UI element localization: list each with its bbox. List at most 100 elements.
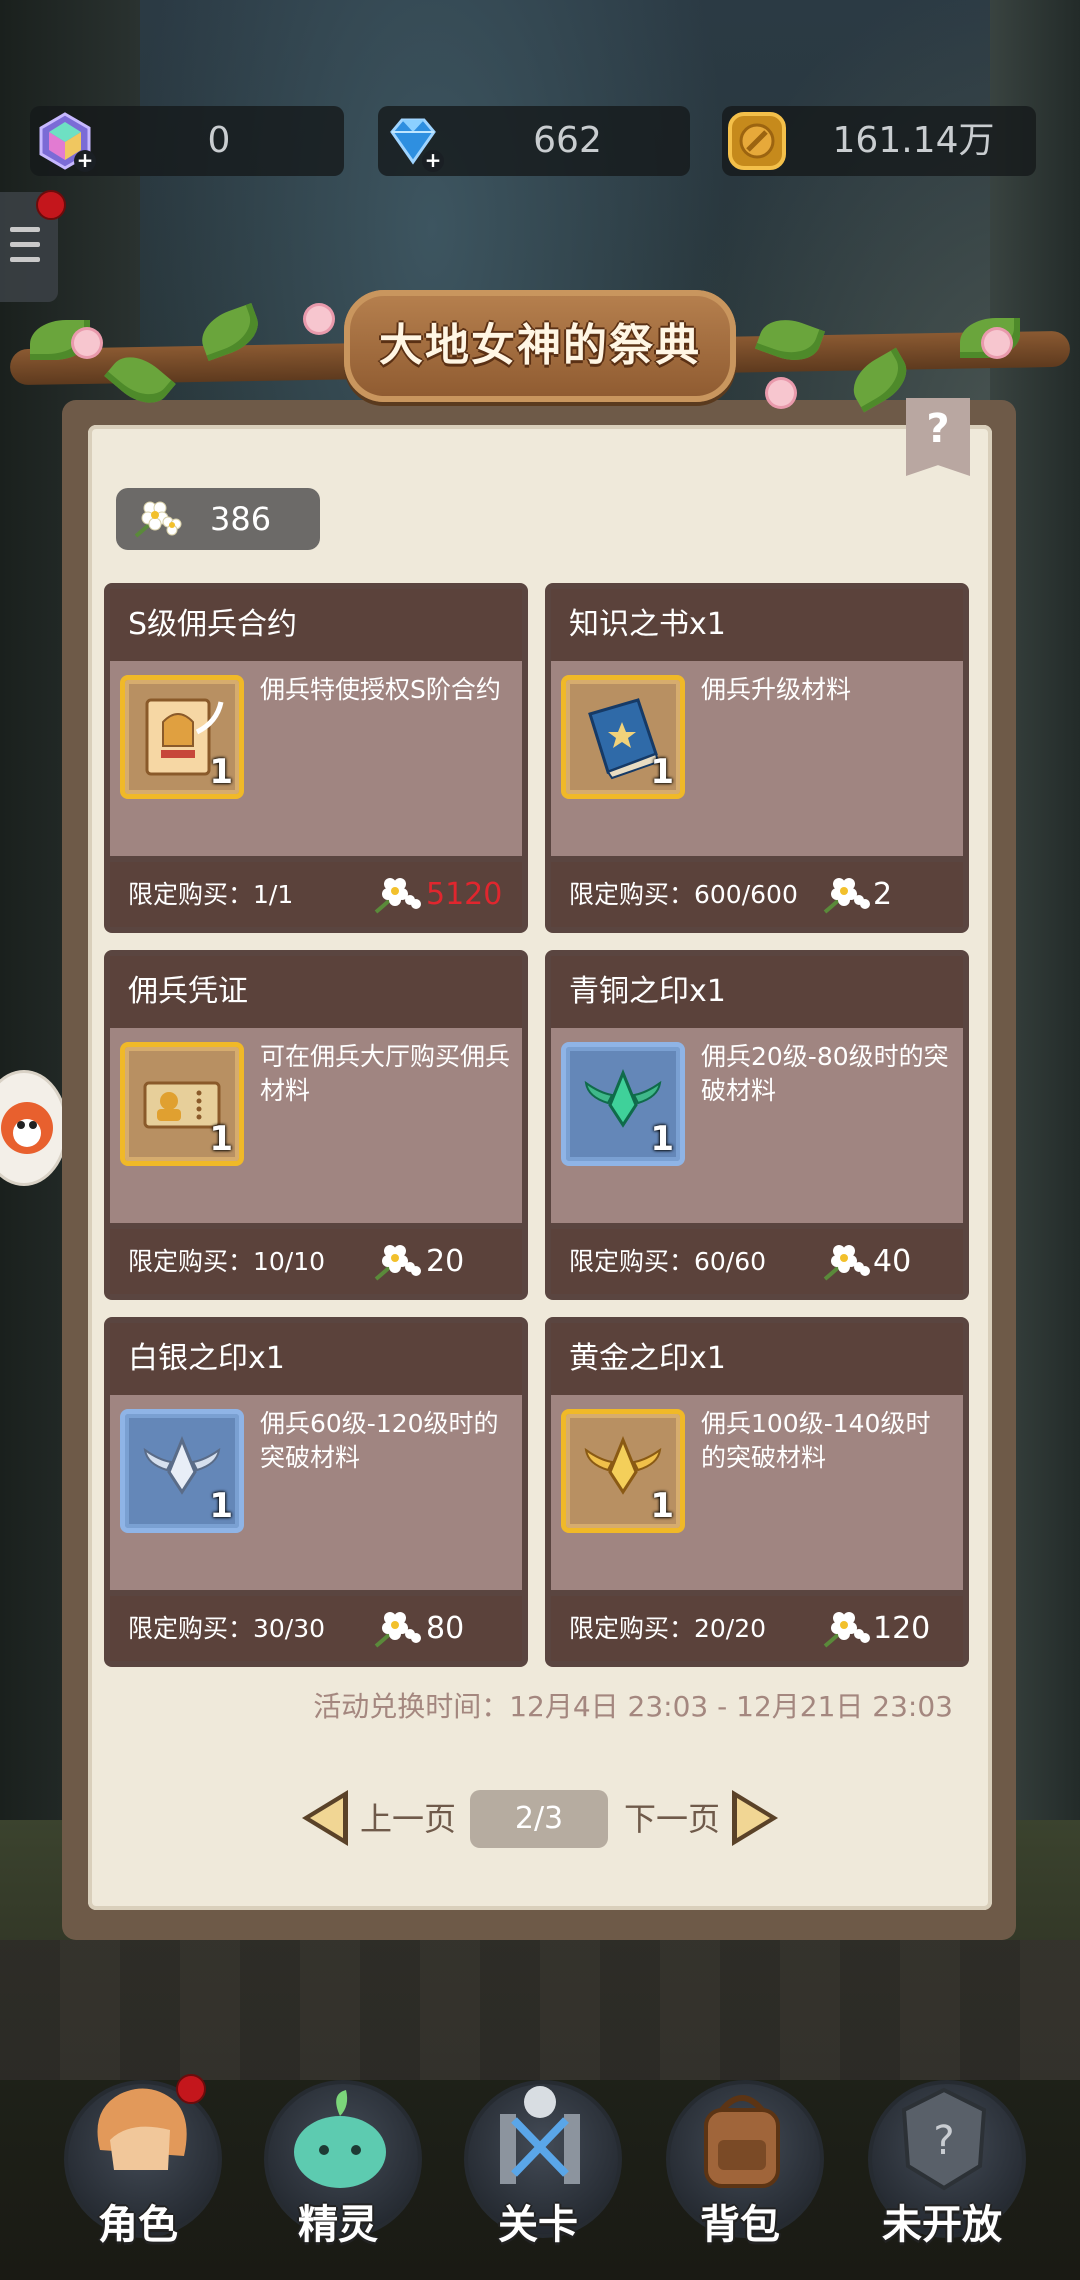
- item-slot[interactable]: 1: [561, 675, 685, 799]
- nav-label: 背包: [700, 2202, 780, 2248]
- purchase-limit: 限定购买：60/60: [569, 1247, 767, 1276]
- white-flower-icon: [823, 878, 870, 914]
- gold-coin-value: 161.14万: [832, 120, 995, 161]
- shop-card-gold-seal[interactable]: 黄金之印x1 1 佣兵100级-140级时的突破材料 限定购买：20/20 12…: [545, 1317, 969, 1667]
- nav-character[interactable]: 角色: [58, 2060, 222, 2270]
- prev-page-button[interactable]: 上一页: [360, 1790, 456, 1848]
- price-value: 40: [873, 1244, 912, 1279]
- card-title: 知识之书x1: [551, 589, 963, 661]
- white-flower-icon: [374, 1245, 421, 1281]
- card-body: 1 佣兵100级-140级时的突破材料: [551, 1395, 963, 1590]
- card-title: 佣兵凭证: [110, 956, 522, 1028]
- white-flower-icon: [823, 1245, 870, 1281]
- nav-label: 未开放: [882, 2202, 1002, 2248]
- currency-rainbow-gem[interactable]: + 0: [30, 106, 344, 176]
- nav-backpack[interactable]: 背包: [660, 2060, 824, 2270]
- item-slot[interactable]: 1: [120, 675, 244, 799]
- purchase-limit: 限定购买：10/10: [128, 1247, 326, 1276]
- card-footer: 限定购买：10/10 20: [110, 1229, 522, 1294]
- card-body: 1 佣兵特使授权S阶合约: [110, 661, 522, 856]
- flower-balance-value: 386: [210, 500, 272, 538]
- nav-locked[interactable]: ? 未开放: [862, 2060, 1026, 2270]
- item-slot[interactable]: 1: [561, 1409, 685, 1533]
- exchange-time: 活动兑换时间：12月4日 23:03 - 12月21日 23:03: [313, 1690, 953, 1723]
- price-value: 20: [426, 1244, 465, 1279]
- shop-card-mercenary-voucher[interactable]: 佣兵凭证 1 可在佣兵大厅购买佣兵材料 限定购买：10/10 20: [104, 950, 528, 1300]
- card-title: 青铜之印x1: [551, 956, 963, 1028]
- item-slot[interactable]: 1: [561, 1042, 685, 1166]
- stone-ruins: [0, 1940, 1080, 2080]
- card-title: 白银之印x1: [110, 1323, 522, 1395]
- fox-face-icon: [1, 1102, 53, 1154]
- nav-label: 角色: [98, 2202, 178, 2248]
- next-arrow-icon[interactable]: [732, 1790, 778, 1846]
- pink-flower-decoration: [984, 330, 1010, 356]
- help-button[interactable]: ?: [906, 398, 970, 476]
- rainbow-gem-value: 0: [207, 120, 231, 161]
- svg-text:?: ?: [933, 2118, 954, 2164]
- locked-icon: ?: [901, 2087, 987, 2191]
- card-footer: 限定购买：600/600 2: [551, 862, 963, 927]
- pink-flower-decoration: [74, 330, 100, 356]
- card-title: 黄金之印x1: [551, 1323, 963, 1395]
- shop-card-bronze-seal[interactable]: 青铜之印x1 1 佣兵20级-80级时的突破材料 限定购买：60/60 40: [545, 950, 969, 1300]
- stage-icon: [500, 2086, 580, 2184]
- card-footer: 限定购买：60/60 40: [551, 1229, 963, 1294]
- price-value: 2: [873, 877, 893, 912]
- add-rainbow-gem-icon[interactable]: +: [74, 150, 96, 172]
- white-flower-icon: [374, 878, 421, 914]
- item-quantity: 1: [650, 1486, 674, 1526]
- card-description: 佣兵20级-80级时的突破材料: [701, 1042, 949, 1105]
- card-body: 1 佣兵60级-120级时的突破材料: [110, 1395, 522, 1590]
- item-quantity: 1: [650, 1119, 674, 1159]
- purchase-limit: 限定购买：1/1: [128, 880, 294, 909]
- currency-blue-diamond[interactable]: + 662: [378, 106, 690, 176]
- event-title: 大地女神的祭典: [379, 320, 701, 371]
- shop-card-s-contract[interactable]: S级佣兵合约 1 佣兵特使授权S阶合约 限定购买：1/1 5120: [104, 583, 528, 933]
- hamburger-line: [10, 242, 40, 247]
- purchase-limit: 限定购买：30/30: [128, 1614, 326, 1643]
- white-flower-icon: [134, 501, 182, 538]
- card-description: 可在佣兵大厅购买佣兵材料: [260, 1042, 511, 1105]
- card-footer: 限定购买：30/30 80: [110, 1596, 522, 1661]
- nav-spirit[interactable]: 精灵: [258, 2060, 422, 2270]
- card-footer: 限定购买：20/20 120: [551, 1596, 963, 1661]
- backpack-icon: [704, 2095, 780, 2188]
- nav-label: 关卡: [498, 2202, 578, 2248]
- price-value: 80: [426, 1611, 465, 1646]
- hamburger-line: [10, 257, 40, 262]
- next-page-button[interactable]: 下一页: [624, 1790, 720, 1848]
- item-quantity: 1: [650, 752, 674, 792]
- blue-diamond-value: 662: [533, 120, 602, 161]
- card-title: S级佣兵合约: [110, 589, 522, 661]
- shop-card-silver-seal[interactable]: 白银之印x1 1 佣兵60级-120级时的突破材料 限定购买：30/30 80: [104, 1317, 528, 1667]
- card-description: 佣兵100级-140级时的突破材料: [701, 1409, 931, 1472]
- white-flower-icon: [823, 1612, 870, 1648]
- item-slot[interactable]: 1: [120, 1409, 244, 1533]
- nav-stage[interactable]: 关卡: [458, 2060, 622, 2270]
- card-description: 佣兵升级材料: [701, 675, 852, 704]
- card-body: 1 佣兵升级材料: [551, 661, 963, 856]
- item-quantity: 1: [209, 1486, 233, 1526]
- currency-gold-coin[interactable]: 161.14万: [722, 106, 1036, 176]
- event-title-banner: 大地女神的祭典: [344, 290, 736, 402]
- card-body: 1 可在佣兵大厅购买佣兵材料: [110, 1028, 522, 1223]
- shop-card-knowledge-book[interactable]: 知识之书x1 1 佣兵升级材料 限定购买：600/600 2: [545, 583, 969, 933]
- pink-flower-decoration: [306, 306, 332, 332]
- price-value: 5120: [426, 877, 503, 912]
- add-blue-diamond-icon[interactable]: +: [422, 150, 444, 172]
- item-quantity: 1: [209, 1119, 233, 1159]
- item-slot[interactable]: 1: [120, 1042, 244, 1166]
- question-mark-icon: ?: [926, 406, 950, 452]
- card-footer: 限定购买：1/1 5120: [110, 862, 522, 927]
- hamburger-line: [10, 227, 40, 232]
- floating-assistant-avatar[interactable]: [0, 1070, 68, 1186]
- flower-balance: 386: [116, 488, 320, 550]
- prev-arrow-icon[interactable]: [302, 1790, 348, 1846]
- card-description: 佣兵60级-120级时的突破材料: [260, 1409, 499, 1472]
- pagination: 上一页 2/3 下一页: [0, 1790, 1080, 1850]
- nav-label: 精灵: [298, 2202, 378, 2248]
- purchase-limit: 限定购买：20/20: [569, 1614, 767, 1643]
- pink-flower-decoration: [768, 380, 794, 406]
- spirit-icon: [294, 2090, 386, 2188]
